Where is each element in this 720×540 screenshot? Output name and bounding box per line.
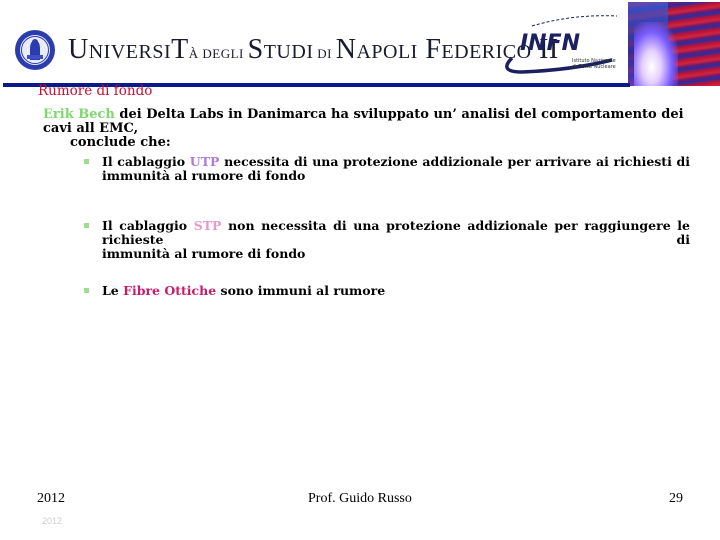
intro-text-line1: dei Delta Labs in Danimarca ha sviluppat…	[43, 107, 684, 136]
bullet-line2: immunità al rumore di fondo	[102, 168, 306, 183]
university-name: UNIVERSITÀ DEGLI STUDI DI NAPOLI FEDERIC…	[68, 34, 559, 65]
university-seal-icon	[15, 30, 55, 70]
infn-subtitle-2: di Fisica Nucleare	[572, 64, 616, 70]
bullet-item: Il cablaggio UTP necessita di una protez…	[84, 155, 690, 183]
infn-logo: INFN Istituto Nazionale di Fisica Nuclea…	[505, 15, 618, 74]
bullet-item: Il cablaggio STP non necessita di una pr…	[84, 219, 690, 261]
footer-author: Prof. Guido Russo	[308, 491, 412, 506]
footer-year-faint: 2012	[42, 516, 63, 526]
footer-year: 2012	[37, 491, 65, 506]
bullet-marker-icon	[84, 159, 89, 164]
intro-highlight-erik-bech: Erik Bech	[43, 107, 115, 122]
intro-text-line2: conclude che:	[70, 135, 171, 150]
bullet-marker-icon	[84, 223, 89, 228]
cable-photo	[628, 2, 720, 86]
bullet-line2: immunità al rumore di fondo	[102, 246, 306, 261]
highlight-fibre-ottiche: Fibre Ottiche	[123, 283, 217, 298]
bullet-line1: Il cablaggio STP non necessita di una pr…	[102, 218, 690, 247]
bullet-line1: Il cablaggio UTP necessita di una protez…	[102, 154, 690, 169]
slide-title: Rumore di fondo	[38, 83, 153, 99]
infn-acronym: INFN	[520, 31, 580, 56]
bullet-item: Le Fibre Ottiche sono immuni al rumore	[84, 284, 690, 298]
bullet-line1: Le Fibre Ottiche sono immuni al rumore	[102, 283, 386, 298]
page-number: 29	[669, 491, 683, 506]
highlight-utp: UTP	[189, 154, 220, 169]
highlight-stp: STP	[193, 218, 222, 233]
bullet-marker-icon	[84, 288, 89, 293]
intro-paragraph: Erik Bech dei Delta Labs in Danimarca ha…	[43, 108, 693, 150]
